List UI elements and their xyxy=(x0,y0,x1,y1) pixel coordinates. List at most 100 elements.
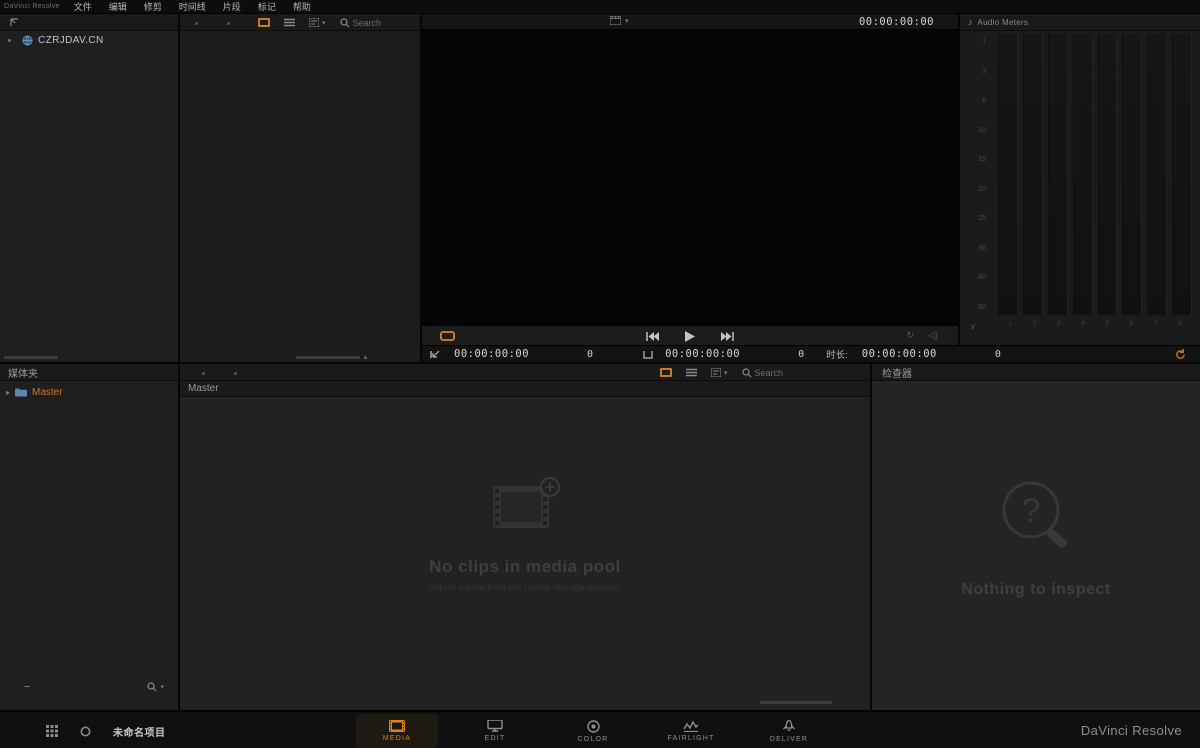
meter-channel xyxy=(1172,34,1192,315)
tab-fairlight[interactable]: FAIRLIGHT xyxy=(650,714,732,748)
pool-hscrollbar[interactable] xyxy=(760,701,832,704)
list-view-button[interactable] xyxy=(686,368,697,377)
disclosure-arrow-icon[interactable]: ▸ xyxy=(6,388,10,397)
channel-number: 5 xyxy=(1095,320,1119,327)
tab-color[interactable]: COLOR xyxy=(552,714,634,748)
top-region: CZRJDAV.CN ▾ xyxy=(0,14,1200,362)
scroll-up-arrow[interactable]: ▲ xyxy=(362,354,369,361)
tab-edit[interactable]: EDIT xyxy=(454,714,536,748)
grip-dot xyxy=(195,22,198,25)
chevron-down-icon: ▾ xyxy=(625,17,629,25)
audio-meters-panel: ♪ Audio Meters 1 3 6 10 15 20 25 30 40 5… xyxy=(958,14,1200,345)
scale-tick: 25 xyxy=(978,215,986,222)
in-point-icon xyxy=(430,350,440,359)
storage-hscrollbar[interactable] xyxy=(4,356,58,359)
scale-tick: 6 xyxy=(982,97,986,104)
previous-clip-button[interactable] xyxy=(646,332,659,341)
in-timecode[interactable]: 00:00:00:00 xyxy=(454,348,529,360)
search-button[interactable]: Search xyxy=(340,18,382,28)
duration-frames[interactable]: 0 xyxy=(995,349,1001,360)
bin-item-label: Master xyxy=(32,387,63,398)
folder-icon xyxy=(15,388,27,397)
project-settings-icon[interactable] xyxy=(80,726,91,737)
menu-help[interactable]: 帮助 xyxy=(293,0,311,13)
video-canvas xyxy=(422,30,958,325)
viewer-timecode[interactable]: 00:00:00:00 xyxy=(859,16,934,28)
meter-channel xyxy=(1023,34,1043,315)
menu-bar: DaVinci Resolve 文件 编辑 修剪 时间线 片段 标记 帮助 xyxy=(0,0,1200,14)
scale-tick: 50 xyxy=(978,304,986,311)
panel-collapse-icon[interactable] xyxy=(10,18,19,27)
menu-timeline[interactable]: 时间线 xyxy=(179,0,206,13)
play-button[interactable] xyxy=(685,331,695,342)
empty-state-title: Nothing to inspect xyxy=(872,581,1200,599)
refresh-loop-icon[interactable] xyxy=(1175,349,1186,360)
tab-label: MEDIA xyxy=(383,735,411,742)
scale-tick: 30 xyxy=(978,245,986,252)
empty-state-subtitle: Import media from the media storage brow… xyxy=(180,582,870,593)
bottom-region: 媒体夹 ▸ Master − ▾ xyxy=(0,362,1200,710)
app-title: DaVinci Resolve xyxy=(4,3,60,10)
music-note-icon: ♪ xyxy=(968,17,973,27)
media-pool-empty-state: No clips in media pool Import media from… xyxy=(180,476,870,593)
scale-tick: 3 xyxy=(982,68,986,75)
filmstrip-view-button[interactable] xyxy=(258,18,270,27)
bullet-icon xyxy=(8,39,11,42)
search-button[interactable]: Search xyxy=(742,368,784,378)
inspector-title: 检查器 xyxy=(882,365,912,380)
channel-number: 2 xyxy=(1022,320,1046,327)
duration-timecode[interactable]: 00:00:00:00 xyxy=(862,348,937,360)
thumbnail-view-button[interactable] xyxy=(660,368,672,377)
current-bin-title: Master xyxy=(188,383,219,394)
audio-meters-title: Audio Meters xyxy=(978,18,1029,27)
tab-deliver[interactable]: DELIVER xyxy=(748,714,830,748)
meter-channel-numbers: 1 2 3 4 5 6 7 8 xyxy=(998,320,1192,327)
page-navigation-bar: 未命名项目 MEDIA EDIT COLOR xyxy=(0,710,1200,748)
next-clip-button[interactable] xyxy=(721,332,734,341)
in-frames[interactable]: 0 xyxy=(587,349,593,360)
viewer-mode-dropdown[interactable]: ▾ xyxy=(610,16,629,25)
bin-list-footer: − ▾ xyxy=(0,678,178,696)
media-page-icon xyxy=(389,720,405,732)
scale-tick: 15 xyxy=(978,156,986,163)
davinci-resolve-brand: DaVinci Resolve xyxy=(1081,723,1182,738)
audio-mute-icon[interactable]: ◁) xyxy=(928,330,938,341)
audio-meters-header: ♪ Audio Meters xyxy=(960,14,1200,31)
list-view-button[interactable] xyxy=(284,18,295,27)
zoom-out-button[interactable]: − xyxy=(24,681,30,693)
out-timecode[interactable]: 00:00:00:00 xyxy=(665,348,740,360)
sort-options-button[interactable]: ▾ xyxy=(711,368,728,377)
menu-edit[interactable]: 编辑 xyxy=(109,0,127,13)
out-point-icon xyxy=(643,350,653,359)
menu-trim[interactable]: 修剪 xyxy=(144,0,162,13)
browser-hscrollbar[interactable] xyxy=(296,356,360,359)
bin-list-title: 媒体夹 xyxy=(8,365,38,380)
tab-label: DELIVER xyxy=(770,736,808,743)
channel-number: 1 xyxy=(998,320,1022,327)
menu-clip[interactable]: 片段 xyxy=(223,0,241,13)
tab-label: COLOR xyxy=(578,736,609,743)
project-manager-icon[interactable] xyxy=(46,725,58,737)
meter-channel xyxy=(1098,34,1118,315)
menu-file[interactable]: 文件 xyxy=(74,0,92,13)
loop-playback-icon[interactable]: ↻ xyxy=(906,330,914,341)
davinci-resolve-window: DaVinci Resolve 文件 编辑 修剪 时间线 片段 标记 帮助 CZ… xyxy=(0,0,1200,748)
out-frames[interactable]: 0 xyxy=(798,349,804,360)
meter-options-chevron[interactable]: ∨ xyxy=(970,322,976,331)
grip-dot xyxy=(227,22,230,25)
color-page-icon xyxy=(587,720,600,733)
grip-dot xyxy=(234,372,237,375)
sort-options-button[interactable]: ▾ xyxy=(309,18,326,27)
scale-tick: 1 xyxy=(982,38,986,45)
channel-number: 8 xyxy=(1168,320,1192,327)
bin-item-master[interactable]: ▸ Master xyxy=(6,387,63,398)
deliver-page-icon xyxy=(782,720,796,733)
tab-media[interactable]: MEDIA xyxy=(356,714,438,748)
bin-title-bar: Master xyxy=(180,381,870,397)
menu-mark[interactable]: 标记 xyxy=(258,0,276,13)
media-storage-item[interactable]: CZRJDAV.CN xyxy=(8,35,104,46)
inspector-panel: 检查器 ? Nothing to inspect xyxy=(870,364,1200,712)
bin-search-button[interactable]: ▾ xyxy=(147,682,164,692)
inspector-header: 检查器 xyxy=(872,364,1200,381)
media-storage-panel: CZRJDAV.CN xyxy=(0,14,178,362)
